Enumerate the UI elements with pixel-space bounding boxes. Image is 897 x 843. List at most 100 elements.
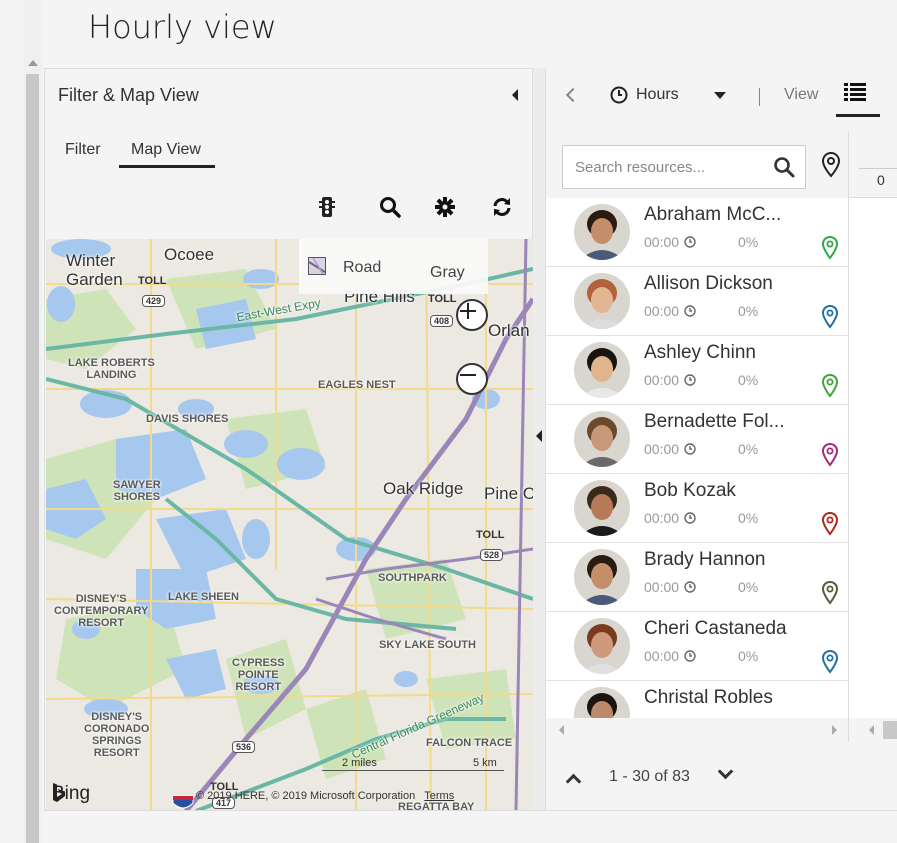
previous-period-icon[interactable] [565, 87, 581, 103]
search-icon[interactable] [773, 156, 795, 178]
scroll-left-arrow[interactable] [559, 725, 564, 735]
resource-row[interactable]: Allison Dickson 00:00 0% [546, 267, 848, 336]
avatar [574, 618, 630, 674]
active-tab-indicator [119, 165, 215, 168]
clock-icon [684, 581, 696, 593]
resource-search-input[interactable] [575, 146, 765, 188]
plus-icon [460, 303, 476, 319]
map-label-pine-castle: Pine C [484, 484, 533, 503]
map-scale-bar: 2 miles 5 km [322, 757, 504, 771]
scroll-left-arrow[interactable] [869, 725, 874, 735]
filter-map-panel: Filter & Map View Filter Map View Winter… [44, 68, 533, 811]
map-pin-icon[interactable] [821, 304, 839, 329]
map-label-lake-sheen: LAKE SHEEN [168, 591, 239, 603]
resource-row[interactable]: Ashley Chinn 00:00 0% [546, 336, 848, 405]
map-pin-icon[interactable] [821, 151, 841, 178]
traffic-icon[interactable] [315, 195, 339, 219]
map-label-sky-lake-south: SKY LAKE SOUTH [379, 639, 476, 651]
clock-icon [610, 86, 628, 104]
resource-name: Bernadette Fol... [644, 411, 785, 432]
grid-horizontal-scrollbar[interactable] [849, 718, 897, 742]
avatar [574, 411, 630, 467]
resource-row[interactable]: Christal Robles00:000% [546, 681, 848, 718]
map-pin-icon[interactable] [821, 580, 839, 605]
map-pin-icon[interactable] [821, 442, 839, 467]
schedule-grid[interactable]: 0 [848, 132, 897, 742]
interstate-shield-icon [172, 795, 194, 811]
map-pin-icon[interactable] [821, 373, 839, 398]
resource-name: Allison Dickson [644, 273, 773, 294]
page-scrollbar[interactable] [24, 0, 42, 843]
map-label-lake-roberts-landing: LAKE ROBERTS LANDING [68, 357, 155, 381]
tab-filter[interactable]: Filter [65, 141, 101, 159]
map-label-disneys-contemporary: DISNEY'S CONTEMPORARY RESORT [54, 593, 149, 629]
minus-icon [460, 374, 476, 376]
resource-utilization: 0% [738, 648, 759, 664]
map-canvas[interactable]: Winter Garden Ocoee Pine Hills Orlan Oak… [46, 239, 533, 811]
view-label: View [784, 86, 819, 103]
resource-row[interactable]: Cheri Castaneda 00:00 0% [546, 612, 848, 681]
next-page-icon[interactable] [717, 763, 734, 780]
resource-time: 00:00 [644, 579, 696, 595]
resource-row[interactable]: Bernadette Fol... 00:00 0% [546, 405, 848, 474]
pager: 1 - 30 of 83 [546, 754, 897, 810]
resource-row[interactable]: Abraham McC... 00:00 0% [546, 198, 848, 267]
map-label-sawyer-shores: SAWYER SHORES [113, 479, 161, 503]
clock-icon [684, 236, 696, 248]
scrollbar-thumb[interactable] [883, 721, 897, 739]
bottom-bar [44, 810, 897, 843]
map-label-cypress-pointe: CYPRESS POINTE RESORT [232, 657, 285, 693]
avatar [574, 273, 630, 329]
search-icon[interactable] [378, 195, 402, 219]
resource-name: Brady Hannon [644, 549, 766, 570]
app-root: Hourly view Filter & Map View Filter Map… [0, 0, 897, 843]
map-label-winter-garden: Winter Garden [66, 251, 123, 289]
scrollbar-thumb[interactable] [26, 74, 39, 843]
gear-icon[interactable] [433, 195, 457, 219]
panel-splitter[interactable] [533, 68, 545, 810]
map-pin-icon[interactable] [821, 235, 839, 260]
tab-map-view[interactable]: Map View [131, 141, 201, 159]
map-label-southpark: SOUTHPARK [378, 572, 447, 584]
zoom-in-button[interactable] [456, 299, 488, 331]
clock-icon [684, 374, 696, 386]
route-shield-408: 408 [430, 315, 454, 327]
resource-search-box [562, 145, 806, 189]
resource-row[interactable]: Bob Kozak 00:00 0% [546, 474, 848, 543]
map-pin-icon[interactable] [821, 511, 839, 536]
route-shield-528: 528 [480, 549, 504, 561]
resource-time: 00:00 [644, 303, 696, 319]
resource-name: Cheri Castaneda [644, 618, 787, 639]
collapse-panel-icon[interactable] [512, 89, 518, 101]
avatar [574, 204, 630, 260]
collapse-left-icon[interactable] [536, 430, 542, 442]
resource-row[interactable]: Brady Hannon 00:00 0% [546, 543, 848, 612]
zoom-out-button[interactable] [456, 363, 488, 395]
resource-time: 00:00 [644, 441, 696, 457]
list-view-icon[interactable] [844, 82, 866, 102]
resource-utilization: 0% [738, 510, 759, 526]
road-style-icon[interactable] [308, 257, 326, 275]
resource-list: Abraham McC... 00:00 0% Allison Dickson 00:0… [546, 198, 848, 718]
scroll-up-arrow[interactable] [28, 60, 38, 66]
previous-page-icon[interactable] [565, 773, 582, 790]
clock-icon [684, 650, 696, 662]
scroll-right-arrow[interactable] [832, 725, 837, 735]
horizontal-scrollbar[interactable] [546, 718, 848, 742]
map-pin-icon[interactable] [821, 649, 839, 674]
scale-miles: 2 miles [342, 757, 377, 769]
map-style-gray[interactable]: Gray [430, 264, 465, 282]
map-label-falcon-trace: FALCON TRACE [426, 737, 513, 749]
terms-link[interactable]: Terms [424, 790, 454, 802]
refresh-icon[interactable] [490, 195, 514, 219]
view-mode-dropdown[interactable]: Hours [610, 86, 679, 104]
avatar [574, 342, 630, 398]
resource-time: 00:00 [644, 510, 696, 526]
avatar [574, 549, 630, 605]
chevron-down-icon[interactable] [714, 92, 726, 99]
grid-column-label: 0 [877, 172, 885, 188]
resource-utilization: 0% [738, 579, 759, 595]
map-label-ocoee: Ocoee [164, 245, 215, 264]
map-style-road[interactable]: Road [343, 259, 381, 277]
map-label-davis-shores: DAVIS SHORES [146, 413, 229, 425]
